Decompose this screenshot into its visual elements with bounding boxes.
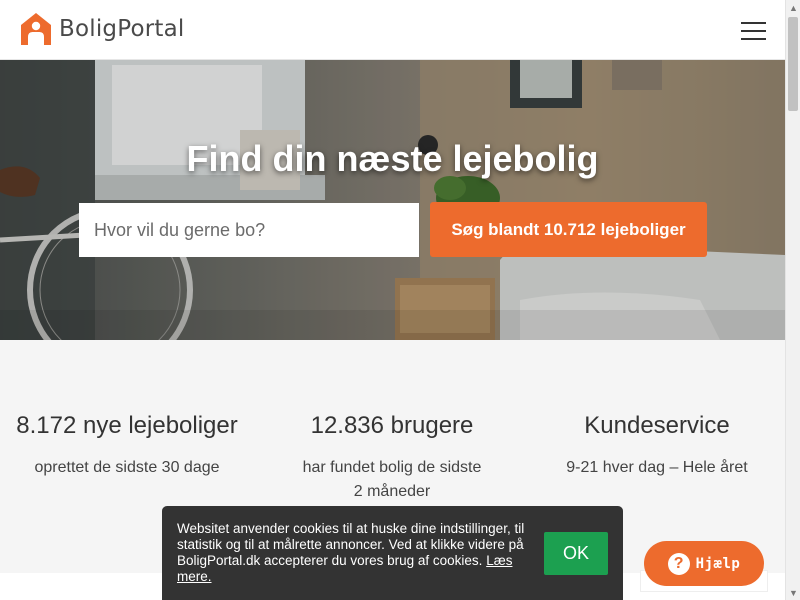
stat-description: 9-21 hver dag – Hele året — [566, 459, 748, 476]
page-scrollbar[interactable]: ▲ ▼ — [785, 0, 800, 600]
cookie-message: Websitet anvender cookies til at huske d… — [177, 521, 525, 568]
question-mark-icon: ? — [667, 552, 690, 575]
stat-users: 12.836 brugere har fundet bolig de sidst… — [261, 412, 523, 504]
stat-new-listings: 8.172 nye lejeboliger oprettet de sidste… — [0, 412, 258, 480]
cookie-banner: Websitet anvender cookies til at huske d… — [162, 506, 623, 600]
hero-section: Find din næste lejebolig Søg blandt 10.7… — [0, 60, 785, 340]
scroll-up-arrow-icon[interactable]: ▲ — [786, 0, 800, 15]
stat-description: har fundet bolig de sidste 2 måneder — [302, 459, 482, 500]
search-button[interactable]: Søg blandt 10.712 lejeboliger — [430, 202, 707, 257]
stat-title: 8.172 nye lejeboliger — [16, 412, 238, 439]
hamburger-menu-icon[interactable] — [741, 22, 766, 40]
stat-description: oprettet de sidste 30 dage — [34, 459, 220, 476]
stat-title: Kundeservice — [584, 412, 730, 439]
scroll-down-arrow-icon[interactable]: ▼ — [786, 585, 800, 600]
search-input[interactable] — [79, 203, 419, 257]
help-label: Hjælp — [695, 555, 741, 572]
house-person-logo-icon — [21, 13, 51, 45]
hero-title: Find din næste lejebolig — [186, 138, 599, 179]
site-header: BoligPortal — [0, 0, 785, 60]
site-logo[interactable]: BoligPortal — [20, 12, 185, 46]
cookie-text-block: Websitet anvender cookies til at huske d… — [177, 521, 539, 585]
stat-customer-service: Kundeservice 9-21 hver dag – Hele året — [526, 412, 788, 480]
cookie-ok-button[interactable]: OK — [544, 532, 608, 575]
logo-text: BoligPortal — [59, 16, 185, 42]
scrollbar-thumb[interactable] — [788, 17, 798, 111]
hero-background-image — [0, 60, 785, 340]
help-button[interactable]: ? Hjælp — [644, 541, 764, 586]
stat-title: 12.836 brugere — [310, 412, 474, 439]
